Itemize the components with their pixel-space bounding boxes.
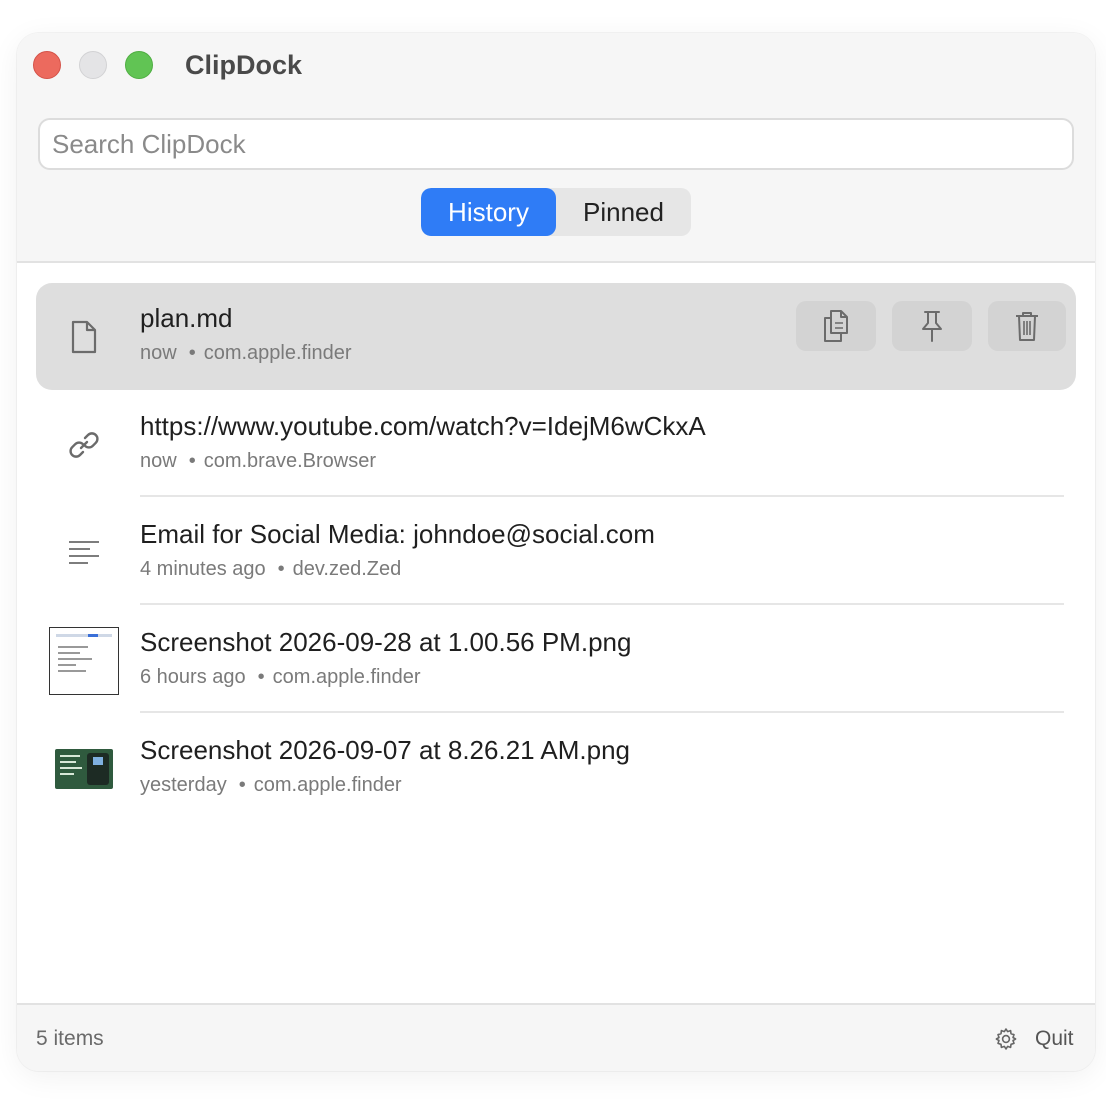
item-count: 5 items <box>36 1027 104 1050</box>
settings-button[interactable] <box>994 1027 1018 1056</box>
item-source: com.brave.Browser <box>203 450 376 472</box>
link-icon <box>46 409 122 481</box>
item-source: com.apple.finder <box>203 342 352 364</box>
window-controls <box>33 51 153 79</box>
text-lines-icon <box>46 517 122 589</box>
item-time: 4 minutes ago <box>140 558 266 580</box>
image-thumbnail <box>46 733 122 805</box>
header: ClipDock History Pinned <box>17 33 1095 263</box>
item-time: now <box>140 342 177 364</box>
item-title: Screenshot 2026-09-07 at 8.26.21 AM.png <box>140 735 631 765</box>
item-meta: 4 minutes ago • dev.zed.Zed <box>140 558 402 580</box>
item-time: now <box>140 450 177 472</box>
list-item[interactable]: https://www.youtube.com/watch?v=IdejM6wC… <box>36 391 1076 498</box>
close-window-button[interactable] <box>33 51 61 79</box>
list-item[interactable]: Screenshot 2026-09-07 at 8.26.21 AM.png … <box>36 715 1076 822</box>
quit-button[interactable]: Quit <box>1035 1027 1074 1051</box>
app-window: ClipDock History Pinned plan.md now•com.… <box>17 33 1095 1071</box>
item-meta: yesterday • com.apple.finder <box>140 774 402 796</box>
tab-history[interactable]: History <box>421 188 556 236</box>
image-thumbnail <box>46 625 122 697</box>
pin-icon <box>922 311 942 342</box>
item-title: Email for Social Media: johndoe@social.c… <box>140 519 655 549</box>
item-title: https://www.youtube.com/watch?v=IdejM6wC… <box>140 411 706 441</box>
item-source: com.apple.finder <box>253 774 402 796</box>
tab-switcher: History Pinned <box>421 188 691 236</box>
item-meta: now • com.brave.Browser <box>140 450 376 472</box>
document-icon <box>46 301 122 373</box>
item-time: yesterday <box>140 774 227 796</box>
app-title: ClipDock <box>185 50 303 80</box>
copy-button[interactable] <box>796 301 876 351</box>
pin-button[interactable] <box>892 301 972 351</box>
list-item[interactable]: Screenshot 2026-09-28 at 1.00.56 PM.png … <box>36 607 1076 714</box>
trash-icon <box>1016 312 1038 341</box>
tab-pinned[interactable]: Pinned <box>556 188 691 236</box>
row-actions <box>796 301 1066 351</box>
copy-icon <box>824 310 848 342</box>
list-item[interactable]: Email for Social Media: johndoe@social.c… <box>36 499 1076 606</box>
row-divider <box>140 603 1064 605</box>
item-source: dev.zed.Zed <box>292 558 402 580</box>
search-input[interactable] <box>38 118 1074 170</box>
list-item[interactable]: plan.md now • com.apple.finder <box>36 283 1076 390</box>
delete-button[interactable] <box>988 301 1066 351</box>
item-source: com.apple.finder <box>272 666 421 688</box>
minimize-window-button[interactable] <box>79 51 107 79</box>
item-time: 6 hours ago <box>140 666 246 688</box>
row-divider <box>140 495 1064 497</box>
item-title: Screenshot 2026-09-28 at 1.00.56 PM.png <box>140 627 632 657</box>
item-meta: 6 hours ago • com.apple.finder <box>140 666 421 688</box>
gear-icon <box>995 1028 1017 1050</box>
maximize-window-button[interactable] <box>125 51 153 79</box>
item-meta: now • com.apple.finder <box>140 342 352 364</box>
item-title: plan.md <box>140 303 233 333</box>
footer: 5 items Quit <box>17 1003 1095 1071</box>
row-divider <box>140 711 1064 713</box>
